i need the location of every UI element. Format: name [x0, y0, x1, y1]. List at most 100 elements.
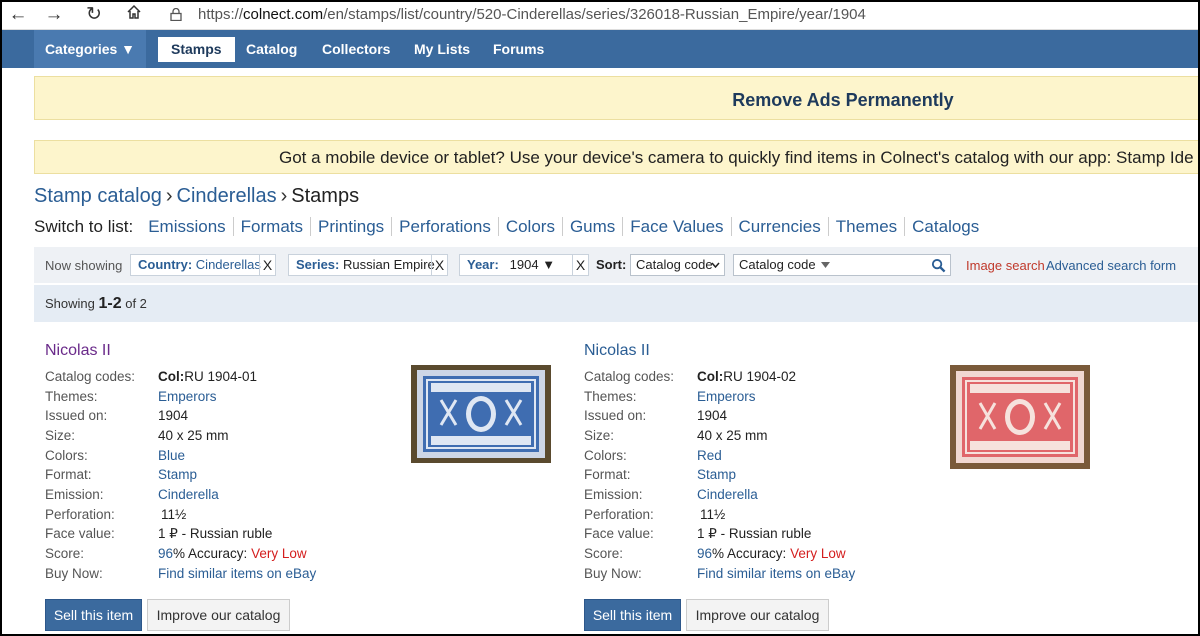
- catalog-code-value: RU 1904-02: [723, 369, 797, 384]
- perforation-label: Perforation:: [584, 507, 654, 522]
- mobile-app-text: Got a mobile device or tablet? Use your …: [279, 148, 1194, 167]
- switch-themes[interactable]: Themes: [828, 217, 906, 236]
- browser-toolbar: ← → ↻ https://colnect.com/en/stamps/list…: [2, 2, 1198, 30]
- ebay-link[interactable]: Find similar items on eBay: [158, 566, 316, 581]
- catalog-code: Col:RU 1904-02: [697, 369, 796, 384]
- score-label: Score:: [584, 546, 624, 561]
- forward-arrow-icon[interactable]: →: [42, 4, 66, 26]
- chevron-down-icon: [711, 262, 720, 269]
- theme-link[interactable]: Emperors: [158, 389, 217, 404]
- switch-currencies[interactable]: Currencies: [731, 217, 829, 236]
- switch-printings[interactable]: Printings: [311, 217, 393, 236]
- results-count-bar: Showing 1-2 of 2: [34, 285, 1198, 322]
- improve-catalog-button[interactable]: Improve our catalog: [147, 599, 290, 631]
- size-label: Size:: [45, 428, 76, 443]
- emission-link[interactable]: Cinderella: [158, 487, 219, 502]
- theme-link[interactable]: Emperors: [697, 389, 756, 404]
- now-showing-label: Now showing: [45, 258, 123, 273]
- switch-list-label: Switch to list:: [34, 217, 134, 236]
- accuracy-label: % Accuracy:: [712, 546, 791, 561]
- breadcrumb-cinderellas[interactable]: Cinderellas: [177, 185, 277, 207]
- sort-label: Sort:: [596, 257, 627, 272]
- filter-country-chip[interactable]: Country: Cinderellas X: [130, 254, 276, 276]
- filter-year-select[interactable]: 1904 ▼: [510, 257, 555, 272]
- catalog-codes-label: Catalog codes:: [584, 369, 675, 384]
- themes-label: Themes:: [45, 389, 98, 404]
- format-link[interactable]: Stamp: [158, 467, 197, 482]
- image-search-link[interactable]: Image search: [966, 258, 1045, 273]
- address-bar[interactable]: https://colnect.com/en/stamps/list/count…: [198, 6, 866, 23]
- colors-label: Colors:: [584, 448, 627, 463]
- score-label: Score:: [45, 546, 85, 561]
- breadcrumb-separator: ›: [280, 185, 288, 207]
- switch-formats[interactable]: Formats: [233, 217, 312, 236]
- color-link[interactable]: Red: [697, 448, 722, 463]
- nav-catalog[interactable]: Catalog: [246, 30, 297, 68]
- nav-forums[interactable]: Forums: [493, 30, 544, 68]
- catalog-code-prefix: Col:: [697, 369, 724, 384]
- remove-ads-banner[interactable]: Remove Ads Permanently: [34, 76, 1198, 120]
- ebay-link[interactable]: Find similar items on eBay: [697, 566, 855, 581]
- nav-stamps[interactable]: Stamps: [158, 37, 235, 62]
- issued-on-label: Issued on:: [584, 408, 647, 423]
- filter-series-value: Russian Empire: [343, 257, 435, 272]
- color-link[interactable]: Blue: [158, 448, 185, 463]
- format-label: Format:: [584, 467, 631, 482]
- switch-list: Switch to list: Emissions Formats Printings…: [34, 217, 986, 237]
- sell-item-button[interactable]: Sell this item: [45, 599, 142, 631]
- stamp-title-link[interactable]: Nicolas II: [584, 342, 650, 360]
- sell-item-button[interactable]: Sell this item: [584, 599, 681, 631]
- sort-select[interactable]: Catalog code: [630, 254, 725, 276]
- score-value: 96% Accuracy: Very Low: [158, 546, 307, 561]
- score-link[interactable]: 96: [158, 546, 173, 561]
- improve-catalog-button[interactable]: Improve our catalog: [686, 599, 829, 631]
- back-arrow-icon[interactable]: ←: [6, 4, 30, 26]
- switch-catalogs[interactable]: Catalogs: [905, 217, 986, 236]
- face-value: 1 ₽ - Russian ruble: [697, 526, 812, 541]
- score-link[interactable]: 96: [697, 546, 712, 561]
- stamp-image[interactable]: [950, 365, 1090, 469]
- browser-window: ← → ↻ https://colnect.com/en/stamps/list…: [0, 0, 1200, 636]
- search-icon[interactable]: [931, 258, 946, 273]
- search-input[interactable]: [838, 254, 951, 276]
- emission-link[interactable]: Cinderella: [697, 487, 758, 502]
- filter-year-chip[interactable]: Year: 1904 ▼ X: [459, 254, 589, 276]
- reload-icon[interactable]: ↻: [82, 4, 106, 26]
- emission-label: Emission:: [45, 487, 104, 502]
- results-count-prefix: Showing: [45, 296, 99, 311]
- catalog-code: Col:RU 1904-01: [158, 369, 257, 384]
- search-field-select[interactable]: Catalog code: [733, 254, 839, 276]
- mobile-app-banner: Got a mobile device or tablet? Use your …: [34, 140, 1198, 174]
- issued-on-label: Issued on:: [45, 408, 108, 423]
- format-link[interactable]: Stamp: [697, 467, 736, 482]
- remove-country-filter-icon[interactable]: X: [259, 255, 275, 275]
- breadcrumb-stamp-catalog[interactable]: Stamp catalog: [34, 185, 162, 207]
- filter-series-chip[interactable]: Series: Russian Empire X: [288, 254, 448, 276]
- results-count: Showing 1-2 of 2: [45, 295, 147, 313]
- advanced-search-link[interactable]: Advanced search form: [1046, 258, 1176, 273]
- categories-menu[interactable]: Categories ▼: [34, 30, 146, 68]
- filter-year-key: Year:: [467, 257, 499, 272]
- remove-series-filter-icon[interactable]: X: [431, 255, 447, 275]
- stamp-image[interactable]: [411, 365, 551, 463]
- switch-colors[interactable]: Colors: [498, 217, 563, 236]
- home-icon[interactable]: [122, 4, 146, 26]
- switch-gums[interactable]: Gums: [562, 217, 624, 236]
- switch-perforations[interactable]: Perforations: [392, 217, 499, 236]
- catalog-code-prefix: Col:: [158, 369, 185, 384]
- switch-emissions[interactable]: Emissions: [141, 217, 234, 236]
- search-field-value: Catalog code: [739, 257, 816, 272]
- stamp-title-link[interactable]: Nicolas II: [45, 342, 111, 360]
- remove-year-filter-icon[interactable]: X: [572, 255, 588, 275]
- switch-face-values[interactable]: Face Values: [623, 217, 732, 236]
- emission-label: Emission:: [584, 487, 643, 502]
- size-label: Size:: [584, 428, 615, 443]
- nav-my-lists[interactable]: My Lists: [414, 30, 470, 68]
- nav-collectors[interactable]: Collectors: [322, 30, 390, 68]
- colors-label: Colors:: [45, 448, 88, 463]
- face-value-label: Face value:: [45, 526, 115, 541]
- face-value-label: Face value:: [584, 526, 654, 541]
- accuracy-label: % Accuracy:: [173, 546, 252, 561]
- breadcrumb-separator: ›: [165, 185, 173, 207]
- results-range: 1-2: [98, 295, 122, 312]
